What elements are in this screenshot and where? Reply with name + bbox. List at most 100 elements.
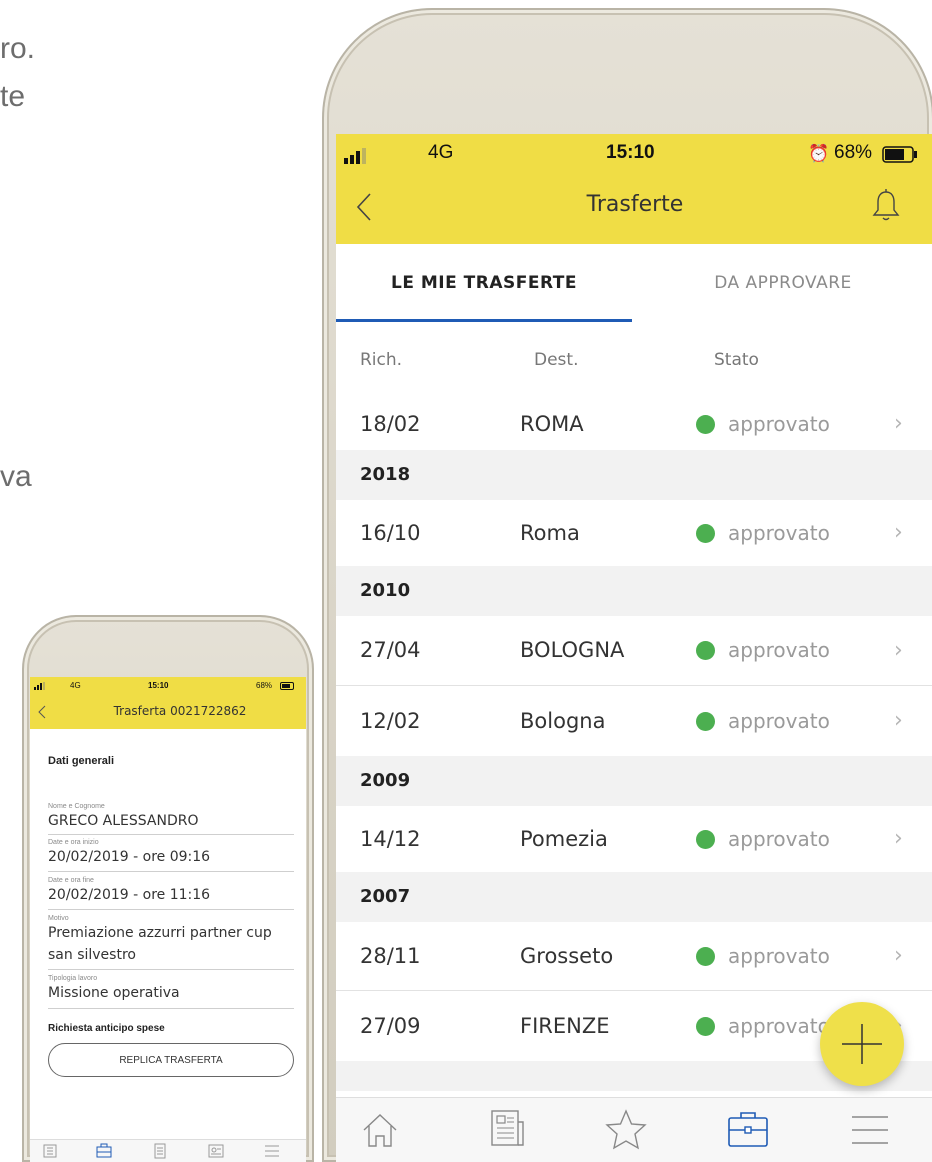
status-dot [696,415,715,434]
network-label: 4G [70,681,81,690]
nav-bar: Trasferta 0021722862 [30,695,306,729]
divider [48,969,294,970]
network-label: 4G [428,142,454,163]
contact-card-icon[interactable] [208,1143,224,1162]
tab-bar: LE MIE TRASFERTE DA APPROVARE [336,244,932,323]
row-destination: FIRENZE [520,1014,610,1038]
year-header: 2010 [336,566,932,616]
bg-text-fragment-3: va [0,460,32,493]
back-icon[interactable] [38,705,46,724]
home-icon[interactable] [360,1110,400,1155]
bottom-tab-bar [336,1097,932,1162]
battery-percent: 68% [834,142,873,163]
bell-icon[interactable] [872,188,900,227]
battery-percent: 68% [256,681,273,690]
divider [48,871,294,872]
clock: 15:10 [148,681,169,690]
field-value: Premiazione azzurri partner cup [48,925,272,941]
replica-trasferta-button[interactable]: REPLICA TRASFERTA [48,1043,294,1077]
year-label: 2007 [360,886,411,907]
row-destination: BOLOGNA [520,638,625,662]
field-value-continued: san silvestro [48,947,136,963]
news-icon[interactable] [488,1108,528,1155]
battery-icon [882,146,918,168]
table-row[interactable]: 14/12 Pomezia approvato › [336,806,932,872]
divider [48,834,294,835]
page-title: Trasferte [586,192,684,217]
chevron-right-icon: › [894,638,903,663]
field-label: Date e ora inizio [48,839,99,846]
status-dot [696,524,715,543]
col-dest: Dest. [534,350,579,370]
field-value: 20/02/2019 - ore 11:16 [48,887,211,903]
column-headers: Rich. Dest. Stato [336,322,932,399]
menu-icon[interactable] [850,1114,890,1151]
row-destination: Bologna [520,709,606,733]
status-dot [696,830,715,849]
clock: 15:10 [606,142,655,163]
tab-le-mie-trasferte[interactable]: LE MIE TRASFERTE [336,244,632,322]
row-date: 28/11 [360,944,421,968]
building-icon[interactable] [42,1143,58,1162]
row-date: 16/10 [360,521,421,545]
divider [48,909,294,910]
field-value: GRECO ALESSANDRO [48,813,199,829]
col-rich: Rich. [360,350,403,370]
divider [48,1008,294,1009]
table-row[interactable]: 16/10 Roma approvato › [336,500,932,566]
year-label: 2009 [360,770,411,791]
signal-icon [344,148,370,169]
chevron-right-icon: › [894,708,903,733]
status-bar: 4G 15:10 ⏰ 68% [336,134,932,174]
table-row[interactable]: 18/02 ROMA approvato › [336,398,932,450]
table-row[interactable]: 28/11 Grosseto approvato › [336,922,932,991]
field-value: 20/02/2019 - ore 09:16 [48,849,211,865]
add-trasferta-button[interactable] [820,1002,904,1086]
table-row[interactable]: 12/02 Bologna approvato › [336,686,932,756]
table-row[interactable]: 27/04 BOLOGNA approvato › [336,616,932,686]
row-status: approvato [728,1014,830,1038]
row-status: approvato [728,827,830,851]
year-label: 2018 [360,464,411,485]
year-header: 2007 [336,872,932,922]
tab-da-approvare[interactable]: DA APPROVARE [632,244,932,322]
row-date: 12/02 [360,709,421,733]
field-label: Date e ora fine [48,877,94,884]
section-title: Dati generali [48,755,115,767]
row-status: approvato [728,944,830,968]
row-date: 27/09 [360,1014,421,1038]
field-label: Motivo [48,915,69,922]
page-title: Trasferta 0021722862 [113,704,247,718]
row-status: approvato [728,412,830,436]
year-label: 2010 [360,580,411,601]
chevron-right-icon: › [894,411,903,436]
year-header: 2018 [336,450,932,500]
row-destination: Roma [520,521,580,545]
phone-detail: 4G 15:10 68% Trasferta 0021722862 Dati g… [22,615,314,1162]
phone-main: 4G 15:10 ⏰ 68% Trasferte LE MIE TRASFERT… [322,8,932,1162]
status-dot [696,641,715,660]
menu-icon[interactable] [264,1144,280,1162]
row-destination: ROMA [520,412,584,436]
col-stato: Stato [714,350,759,370]
trasferte-screen: 4G 15:10 ⏰ 68% Trasferte LE MIE TRASFERT… [336,134,932,1162]
document-icon[interactable] [152,1143,168,1162]
bg-text-fragment-2: te [0,80,26,113]
star-icon[interactable] [604,1108,648,1157]
section-title: Richiesta anticipo spese [48,1023,165,1034]
plus-icon [842,1024,882,1064]
row-status: approvato [728,521,830,545]
status-bar: 4G 15:10 68% [30,677,306,695]
row-date: 18/02 [360,412,421,436]
bg-text-fragment-1: ro. [0,32,36,65]
status-dot [696,947,715,966]
signal-icon [34,682,46,692]
briefcase-icon[interactable] [726,1108,770,1155]
field-label: Tipologia lavoro [48,975,98,982]
field-label: Nome e Cognome [48,803,105,810]
briefcase-icon[interactable] [96,1143,112,1162]
year-header: 2009 [336,756,932,806]
row-status: approvato [728,638,830,662]
row-date: 27/04 [360,638,421,662]
nav-bar: Trasferte [336,174,932,244]
